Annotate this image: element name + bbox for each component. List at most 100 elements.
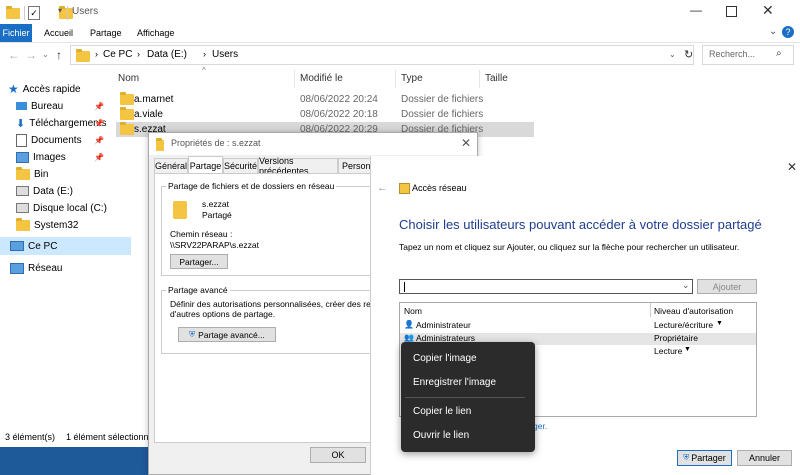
add-button[interactable]: Ajouter (697, 279, 757, 294)
forward-icon[interactable]: → (25, 48, 37, 62)
group-title: Partage de fichiers et de dossiers en ré… (166, 181, 337, 191)
menu-item-copy-link[interactable]: Copier le lien (401, 399, 535, 423)
tab-label: Général (154, 161, 188, 171)
ribbon: Fichier Accueil Partage Affichage ⌄ ? (0, 24, 800, 43)
column-divider (479, 70, 480, 88)
sidebar-item-label: Images (33, 151, 66, 163)
sidebar-item-label: Bureau (31, 100, 64, 112)
tab-security[interactable]: Sécurité (223, 158, 258, 174)
help-link[interactable]: ger. (533, 421, 547, 431)
advanced-sharing-button[interactable]: ⛨ Partage avancé... (178, 327, 276, 342)
breadcrumb-users[interactable]: Users (212, 49, 238, 60)
search-icon: ⌕ (776, 48, 782, 59)
tab-previous-versions[interactable]: Versions précédentes (258, 156, 338, 176)
permission-level[interactable]: Lecture/écriture (654, 320, 713, 330)
caret-down-icon[interactable]: ▼ (716, 320, 723, 327)
sidebar-item-data-e[interactable]: Data (E:) (16, 182, 147, 200)
close-button[interactable]: ✕ (762, 2, 774, 19)
column-size[interactable]: Taille (485, 73, 508, 84)
tab-label: Partage (189, 160, 222, 171)
back-icon[interactable]: ← (377, 182, 388, 194)
tab-label: Personna (342, 161, 371, 171)
shield-icon: ⛨ (189, 329, 196, 339)
sidebar-item-images[interactable]: Images 📌 (16, 148, 147, 166)
back-icon[interactable]: ← (8, 48, 20, 62)
network-path-label: Chemin réseau : (170, 229, 233, 239)
tab-general[interactable]: Général (154, 158, 188, 174)
column-name: Nom (404, 306, 422, 316)
chevron-down-icon[interactable]: ⌄ (682, 280, 690, 291)
expand-ribbon-icon[interactable]: ⌄ (769, 26, 777, 37)
up-icon[interactable]: ↑ (56, 48, 62, 62)
network-icon (10, 262, 24, 274)
sidebar-item-label: Disque local (C:) (33, 202, 107, 214)
tab-customize[interactable]: Personna (338, 158, 372, 174)
dialog-title: Propriétés de : s.ezzat (171, 138, 261, 148)
sidebar-item-system32[interactable]: System32 (16, 216, 147, 234)
menu-item-copy-image[interactable]: Copier l'image (401, 346, 535, 370)
menu-separator (405, 397, 525, 398)
pin-icon: 📌 (94, 152, 104, 162)
cancel-button[interactable]: Annuler (737, 450, 792, 466)
dropdown-icon[interactable]: ▾ (58, 6, 62, 15)
column-name[interactable]: Nom (118, 73, 139, 84)
tab-partage[interactable]: Partage (90, 28, 122, 38)
chevron-right-icon: › (95, 49, 98, 59)
tab-sharing[interactable]: Partage (188, 156, 223, 174)
star-icon: ★ (8, 82, 19, 96)
menu-item-save-image[interactable]: Enregistrer l'image (401, 370, 535, 394)
divider (67, 6, 68, 20)
tab-fichier[interactable]: Fichier (0, 24, 32, 42)
menu-item-open-link[interactable]: Ouvrir le lien (401, 423, 535, 447)
share-button[interactable]: ⛨ Partager (677, 450, 732, 466)
button-label: OK (331, 450, 345, 460)
network-share-icon (399, 183, 410, 194)
share-button[interactable]: Partager... (170, 254, 228, 269)
column-type[interactable]: Type (401, 73, 423, 84)
breadcrumb-this-pc[interactable]: Ce PC (103, 49, 132, 60)
table-row[interactable]: a.marnet 08/06/2022 20:24 Dossier de fic… (116, 92, 534, 107)
folder-name: s.ezzat (202, 199, 229, 209)
address-bar[interactable]: › Ce PC › Data (E:) › Users (70, 45, 694, 65)
folder-icon (16, 217, 30, 231)
group-icon: 👥 (404, 333, 414, 342)
group-network-sharing: Partage de fichiers et de dossiers en ré… (161, 181, 383, 276)
close-button[interactable]: ✕ (461, 136, 471, 150)
group-title: Partage avancé (166, 285, 230, 295)
image-icon (16, 151, 29, 163)
refresh-icon[interactable]: ↻ (684, 48, 693, 61)
button-label: Ajouter (712, 281, 742, 292)
sidebar: ★ Accès rapide Bureau 📌 ⬇ Téléchargement… (0, 78, 132, 438)
properties-icon[interactable]: ✓ (28, 6, 40, 20)
sidebar-item-network[interactable]: Réseau (10, 259, 141, 277)
network-path-value: \\SRV22PARAP\s.ezzat (170, 240, 259, 250)
column-divider (395, 70, 396, 88)
ok-button[interactable]: OK (310, 447, 366, 463)
list-item[interactable]: 👤 Administrateur Lecture/écriture ▼ (400, 320, 756, 332)
tab-accueil[interactable]: Accueil (44, 28, 73, 38)
minimize-button[interactable]: — (690, 3, 702, 17)
sidebar-item-this-pc[interactable]: Ce PC (0, 237, 131, 255)
address-dropdown-icon[interactable]: ⌄ (669, 50, 676, 59)
desktop-icon (16, 102, 27, 110)
breadcrumb-data[interactable]: Data (E:) (147, 49, 187, 60)
user-input[interactable]: ⌄ (399, 279, 693, 294)
sidebar-item-bin[interactable]: Bin (16, 165, 147, 183)
menu-item-label: Enregistrer l'image (413, 376, 497, 388)
column-modified[interactable]: Modifié le (300, 73, 343, 84)
permission-level[interactable]: Lecture (654, 346, 682, 356)
column-divider (650, 303, 651, 317)
tab-affichage[interactable]: Affichage (137, 28, 174, 38)
maximize-button[interactable] (726, 6, 737, 17)
computer-icon (10, 241, 24, 251)
user-name: Administrateur (416, 320, 471, 330)
caret-down-icon[interactable]: ▼ (684, 346, 691, 353)
sidebar-item-label: Data (E:) (33, 185, 74, 197)
recent-icon[interactable]: ⌄ (42, 50, 49, 59)
sidebar-item-label: Bin (34, 168, 49, 180)
close-button[interactable]: ✕ (787, 160, 797, 174)
search-box[interactable]: Recherch... ⌕ (702, 45, 794, 65)
sidebar-item-local-disk[interactable]: Disque local (C:) (16, 199, 147, 217)
table-row[interactable]: a.viale 08/06/2022 20:18 Dossier de fich… (116, 107, 534, 122)
help-icon[interactable]: ? (782, 26, 794, 38)
